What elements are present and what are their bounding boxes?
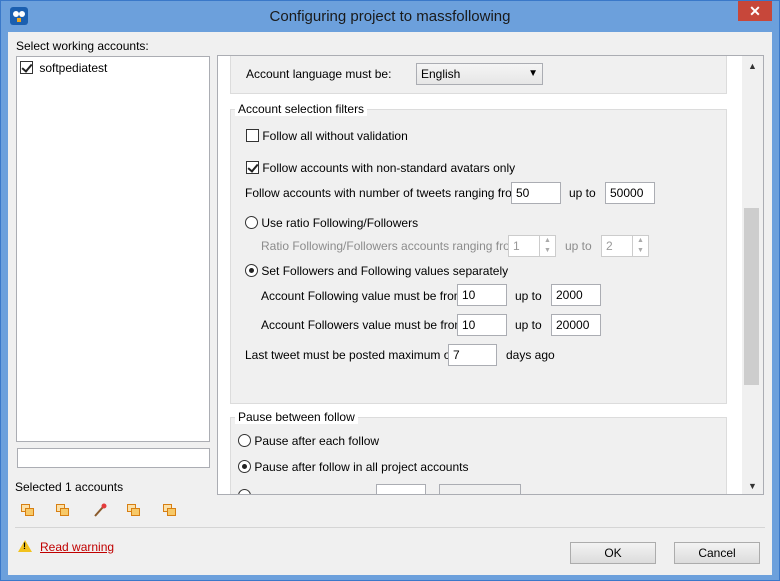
account-name: softpediatest bbox=[39, 60, 108, 75]
pause-custom-row[interactable] bbox=[238, 488, 251, 494]
ratio-to-stepper[interactable]: 2 ▲ ▼ bbox=[601, 235, 649, 257]
nonstandard-avatars-row[interactable]: Follow accounts with non-standard avatar… bbox=[246, 160, 515, 175]
read-warning-link[interactable]: Read warning bbox=[40, 540, 114, 554]
scroll-down-icon[interactable]: ▼ bbox=[742, 478, 763, 495]
pause-all-label: Pause after follow in all project accoun… bbox=[254, 459, 469, 474]
nonstandard-avatars-label: Follow accounts with non-standard avatar… bbox=[262, 160, 516, 175]
close-button[interactable]: ✕ bbox=[738, 1, 772, 21]
dialog-window: Configuring project to massfollowing ✕ S… bbox=[0, 0, 780, 581]
language-select[interactable]: English ▼ bbox=[416, 63, 543, 85]
pause-each-label: Pause after each follow bbox=[254, 433, 380, 448]
language-label: Account language must be: bbox=[246, 67, 392, 81]
ratio-to-value: 2 bbox=[606, 239, 613, 253]
pause-custom-radio[interactable] bbox=[238, 489, 251, 494]
use-ratio-label: Use ratio Following/Followers bbox=[261, 215, 419, 230]
filters-group-title: Account selection filters bbox=[235, 102, 368, 116]
account-checkbox[interactable] bbox=[20, 61, 33, 75]
following-from-input[interactable]: 10 bbox=[457, 284, 507, 306]
check-selected-icon[interactable] bbox=[126, 502, 142, 518]
footer-divider bbox=[15, 527, 765, 528]
followers-up-to-label: up to bbox=[515, 318, 542, 332]
follow-all-checkbox[interactable] bbox=[246, 129, 259, 143]
ratio-range-label: Ratio Following/Followers accounts rangi… bbox=[261, 239, 524, 253]
list-item[interactable]: softpediatest bbox=[20, 60, 107, 75]
scroll-up-icon[interactable]: ▲ bbox=[742, 58, 763, 75]
selected-count: Selected 1 accounts bbox=[15, 480, 124, 494]
language-value: English bbox=[421, 67, 461, 81]
magic-wand-icon[interactable] bbox=[92, 502, 108, 518]
ratio-up-to-label: up to bbox=[565, 239, 592, 253]
dialog-client: Select working accounts: softpediatest S… bbox=[8, 32, 772, 575]
settings-panel: Account language must be: English ▼ Acco… bbox=[217, 55, 764, 495]
separate-values-radio[interactable] bbox=[245, 264, 258, 278]
tweets-to-input[interactable]: 50000 bbox=[605, 182, 655, 204]
following-to-input[interactable]: 2000 bbox=[551, 284, 601, 306]
separate-values-row[interactable]: Set Followers and Following values separ… bbox=[245, 263, 508, 278]
use-ratio-radio[interactable] bbox=[245, 216, 258, 230]
deselect-all-icon[interactable] bbox=[55, 502, 71, 518]
settings-scrollbar[interactable]: ▲ ▼ bbox=[742, 56, 763, 494]
last-tweet-label: Last tweet must be posted maximum of: bbox=[245, 348, 458, 362]
accounts-header: Select working accounts: bbox=[16, 39, 149, 53]
stepper-arrows-icon[interactable]: ▲ ▼ bbox=[632, 236, 648, 256]
use-ratio-row[interactable]: Use ratio Following/Followers bbox=[245, 215, 418, 230]
followers-from-input[interactable]: 10 bbox=[457, 314, 507, 336]
accounts-filter-input[interactable] bbox=[17, 448, 210, 468]
ratio-from-value: 1 bbox=[513, 239, 520, 253]
last-tweet-input[interactable]: 7 bbox=[448, 344, 497, 366]
warning-icon bbox=[18, 540, 32, 552]
ratio-from-stepper[interactable]: 1 ▲ ▼ bbox=[508, 235, 556, 257]
following-label: Account Following value must be from: bbox=[261, 289, 468, 303]
pause-each-row[interactable]: Pause after each follow bbox=[238, 433, 379, 448]
separate-values-label: Set Followers and Following values separ… bbox=[261, 263, 509, 278]
last-tweet-unit: days ago bbox=[506, 348, 555, 362]
tweets-up-to-label: up to bbox=[569, 186, 596, 200]
ok-button[interactable]: OK bbox=[570, 542, 656, 564]
nonstandard-avatars-checkbox[interactable] bbox=[246, 161, 259, 175]
pause-unit-select[interactable] bbox=[439, 484, 521, 494]
title-bar[interactable]: Configuring project to massfollowing ✕ bbox=[1, 1, 779, 32]
scroll-thumb[interactable] bbox=[744, 208, 759, 385]
accounts-list[interactable]: softpediatest bbox=[16, 56, 210, 442]
followers-label: Account Followers value must be from: bbox=[261, 318, 468, 332]
followers-to-input[interactable]: 20000 bbox=[551, 314, 601, 336]
invert-selection-icon[interactable] bbox=[162, 502, 178, 518]
pause-each-radio[interactable] bbox=[238, 434, 251, 448]
pause-all-row[interactable]: Pause after follow in all project accoun… bbox=[238, 459, 468, 474]
cancel-button[interactable]: Cancel bbox=[674, 542, 760, 564]
pause-all-radio[interactable] bbox=[238, 460, 251, 474]
following-up-to-label: up to bbox=[515, 289, 542, 303]
follow-all-label: Follow all without validation bbox=[262, 128, 408, 143]
pause-custom-input[interactable] bbox=[376, 484, 426, 494]
pause-group-title: Pause between follow bbox=[235, 410, 358, 424]
select-all-icon[interactable] bbox=[20, 502, 36, 518]
tweets-from-input[interactable]: 50 bbox=[511, 182, 561, 204]
stepper-arrows-icon[interactable]: ▲ ▼ bbox=[539, 236, 555, 256]
language-group: Account language must be: English ▼ bbox=[230, 56, 727, 94]
chevron-down-icon: ▼ bbox=[528, 68, 538, 79]
tweets-range-label: Follow accounts with number of tweets ra… bbox=[245, 186, 526, 200]
window-title: Configuring project to massfollowing bbox=[269, 8, 511, 25]
follow-all-row[interactable]: Follow all without validation bbox=[246, 128, 408, 143]
